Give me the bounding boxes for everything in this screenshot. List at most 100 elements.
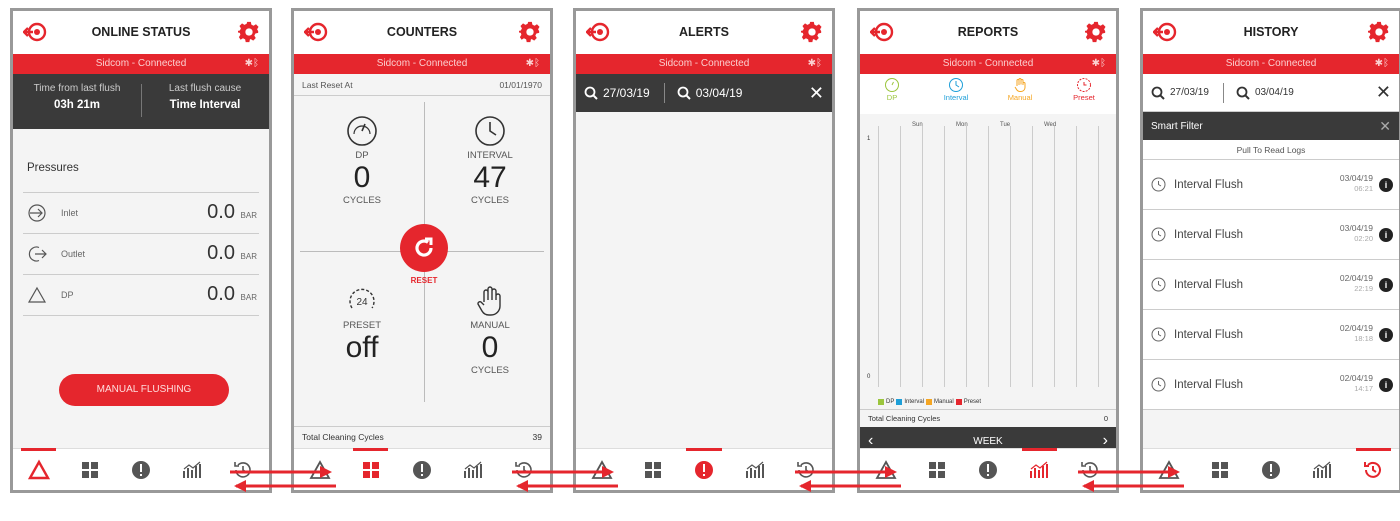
- reports-screen: REPORTS Sidcom - Connected ✱ᛒ DP Interval…: [857, 8, 1119, 493]
- legend-swatch: [878, 399, 884, 405]
- alert-icon: [695, 460, 713, 479]
- outlet-icon: [28, 246, 47, 262]
- log-date: 02/04/19: [1339, 273, 1373, 283]
- nav-counters[interactable]: [1194, 449, 1245, 490]
- nav-online-status[interactable]: [13, 448, 64, 490]
- grid-line: [878, 126, 879, 387]
- date-search-bar: 27/03/19 03/04/19 ✕: [576, 74, 832, 112]
- dp-counter: DP 0 CYCLES: [302, 114, 422, 206]
- info-icon[interactable]: i: [1379, 278, 1393, 292]
- total-value: 39: [532, 431, 542, 442]
- list-item[interactable]: Interval Flush 02/04/19 22:19 i: [1143, 260, 1399, 310]
- date-from-search[interactable]: 27/03/19: [1151, 86, 1209, 100]
- log-name: Interval Flush: [1174, 278, 1244, 291]
- y-tick-bottom: 0: [867, 374, 871, 380]
- info-icon[interactable]: i: [1379, 178, 1393, 192]
- grid-icon: [362, 461, 379, 478]
- alert-icon: [132, 460, 150, 479]
- arrow-icon: [230, 466, 336, 492]
- date-from-search[interactable]: 27/03/19: [584, 86, 650, 100]
- nav-alerts[interactable]: [396, 449, 447, 490]
- header: HISTORY: [1143, 11, 1399, 54]
- grid-line: [966, 126, 967, 387]
- report-filter-tabs: DP Interval Manual Preset: [860, 74, 1116, 114]
- close-icon[interactable]: ✕: [809, 83, 824, 104]
- nav-alerts[interactable]: [1245, 449, 1296, 490]
- nav-reports[interactable]: [1297, 449, 1348, 490]
- dp-value: 0: [353, 161, 371, 194]
- grid-icon: [928, 461, 945, 478]
- tab-dp[interactable]: DP: [860, 74, 924, 114]
- preset-24-icon: 24: [349, 288, 375, 309]
- log-datetime: 03/04/19 02:20: [1340, 223, 1373, 244]
- reset-date: 01/01/1970: [499, 79, 542, 90]
- chart-icon: [746, 461, 765, 478]
- list-item[interactable]: Interval Flush 02/04/19 18:18 i: [1143, 310, 1399, 360]
- list-item[interactable]: Interval Flush 03/04/19 06:21 i: [1143, 160, 1399, 210]
- gear-icon[interactable]: [1085, 21, 1107, 43]
- log-date: 02/04/19: [1339, 323, 1373, 333]
- delta-icon: [27, 286, 47, 303]
- smart-filter-bar[interactable]: Smart Filter ✕: [1143, 112, 1399, 140]
- nav-reports[interactable]: [1014, 448, 1065, 490]
- smart-filter-label: Smart Filter: [1151, 120, 1203, 132]
- connection-bar: Sidcom - Connected ✱ᛒ: [1143, 54, 1399, 74]
- search-icon: [1236, 86, 1250, 100]
- log-time: 06:21: [1354, 184, 1373, 193]
- close-icon[interactable]: ✕: [1376, 82, 1391, 103]
- list-item[interactable]: Interval Flush 02/04/19 14:17 i: [1143, 360, 1399, 410]
- grid-line: [1032, 126, 1033, 387]
- clock-icon: [1151, 227, 1166, 242]
- date-to-search[interactable]: 03/04/19: [1236, 86, 1294, 100]
- pressure-row-outlet: Outlet 0.0 BAR: [23, 234, 259, 275]
- log-time: 22:19: [1354, 284, 1373, 293]
- nav-counters[interactable]: [345, 448, 396, 490]
- nav-history[interactable]: [1348, 448, 1399, 490]
- info-icon[interactable]: i: [1379, 328, 1393, 342]
- info-icon[interactable]: i: [1379, 228, 1393, 242]
- nav-alerts[interactable]: [678, 448, 729, 490]
- grid-icon: [81, 461, 98, 478]
- nav-alerts[interactable]: [962, 449, 1013, 490]
- reset-label: RESET: [410, 276, 438, 285]
- alerts-screen: ALERTS Sidcom - Connected ✱ᛒ 27/03/19 03/…: [573, 8, 835, 493]
- tab-preset[interactable]: Preset: [1052, 74, 1116, 114]
- list-item[interactable]: Interval Flush 03/04/19 02:20 i: [1143, 210, 1399, 260]
- online-status-screen: ONLINE STATUS Sidcom - Connected ✱ᛒ Time …: [10, 8, 272, 493]
- divider: [1222, 82, 1224, 103]
- close-icon[interactable]: ✕: [1379, 118, 1391, 135]
- manual-unit: CYCLES: [470, 365, 509, 376]
- date-to: 03/04/19: [1254, 87, 1294, 98]
- nav-counters[interactable]: [627, 449, 678, 490]
- gear-icon[interactable]: [1368, 21, 1390, 43]
- gear-icon[interactable]: [238, 21, 260, 43]
- nav-reports[interactable]: [167, 449, 218, 490]
- clock-icon: [475, 116, 505, 146]
- nav-counters[interactable]: [911, 449, 962, 490]
- dp-unit: CYCLES: [342, 195, 381, 206]
- time-label: Time from last flush: [33, 83, 121, 94]
- nav-reports[interactable]: [730, 449, 781, 490]
- nav-counters[interactable]: [64, 449, 115, 490]
- preset-counter: 24 PRESET off: [302, 284, 422, 365]
- nav-alerts[interactable]: [115, 449, 166, 490]
- date-to-search[interactable]: 03/04/19: [677, 86, 742, 100]
- search-icon: [1151, 86, 1165, 100]
- gear-icon[interactable]: [801, 21, 823, 43]
- nav-reports[interactable]: [448, 449, 499, 490]
- tab-manual[interactable]: Manual: [988, 74, 1052, 114]
- manual-flushing-button[interactable]: MANUAL FLUSHING: [59, 374, 229, 406]
- arrow-icon: [1078, 466, 1184, 492]
- connection-status: Sidcom - Connected: [95, 58, 187, 69]
- chart-icon: [464, 461, 483, 478]
- info-icon[interactable]: i: [1379, 378, 1393, 392]
- reset-button[interactable]: [400, 224, 448, 272]
- bluetooth-icon: ✱ᛒ: [525, 58, 540, 69]
- period-label: WEEK: [973, 435, 1003, 447]
- alert-icon: [413, 460, 431, 479]
- gear-icon[interactable]: [519, 21, 541, 43]
- alert-icon: [979, 460, 997, 479]
- connection-status: Sidcom - Connected: [1225, 58, 1317, 69]
- log-date: 02/04/19: [1339, 373, 1373, 383]
- tab-interval[interactable]: Interval: [924, 74, 988, 114]
